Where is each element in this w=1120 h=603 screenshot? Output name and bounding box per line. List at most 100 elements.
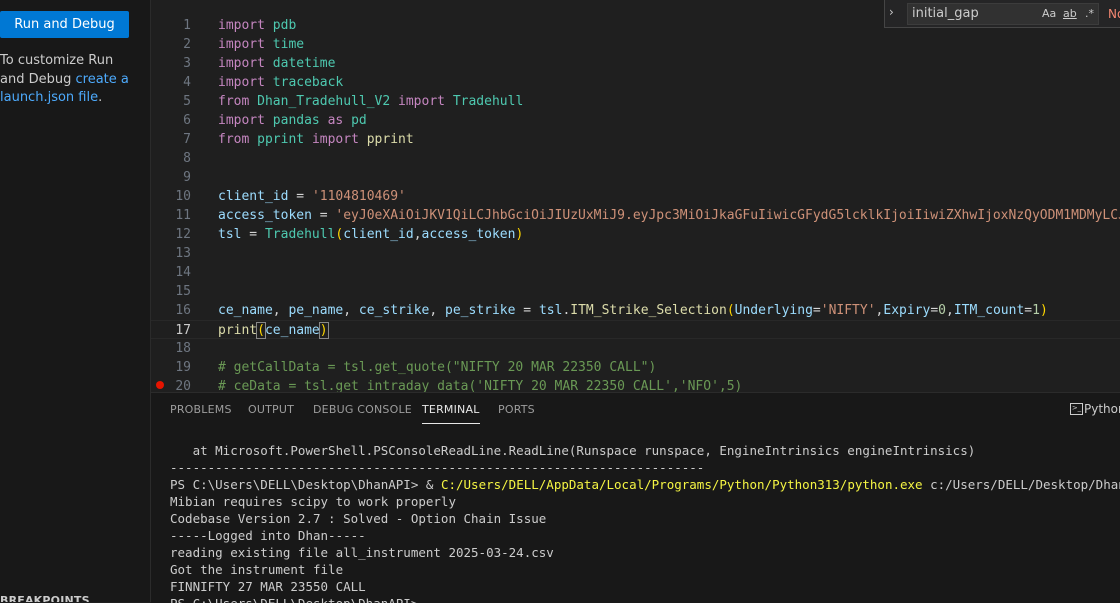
line-number: 17 (175, 323, 191, 338)
code-token: pprint (366, 132, 414, 147)
code-line[interactable]: 20 # ceData = tsl.get_intraday_data('NIFT… (151, 377, 1120, 392)
code-token: , (413, 227, 422, 242)
code-line[interactable]: 11 access_token = 'eyJ0eXAiOiJKV1QiLCJhbG… (151, 206, 1120, 225)
code-line[interactable]: 19 # getCallData = tsl.get_quote("NIFTY 2… (151, 358, 1120, 377)
code-text: print(ce_name) (218, 321, 329, 340)
code-token: Tradehull (452, 94, 524, 109)
terminal-line: -----Logged into Dhan----- (170, 527, 366, 544)
code-text: from pprint import pprint (218, 130, 414, 149)
line-number: 8 (183, 151, 191, 166)
code-token: import (311, 132, 359, 147)
terminal-line: FINNIFTY 27 MAR 23550 CALL (170, 578, 366, 595)
toggle-replace-chevron-icon[interactable]: › (889, 5, 903, 19)
terminal-text: -----Logged into Dhan----- (170, 528, 366, 543)
code-token: import (218, 56, 265, 71)
terminal-line: Mibian requires scipy to work properly (170, 493, 456, 510)
code-line[interactable]: 8 (151, 149, 1120, 168)
code-text: access_token = 'eyJ0eXAiOiJKV1QiLCJhbGci… (218, 206, 1120, 225)
code-token: traceback (272, 75, 344, 90)
code-token: = (288, 189, 312, 204)
line-number: 2 (183, 37, 191, 52)
match-whole-word-icon[interactable]: ab (1063, 5, 1077, 23)
line-number: 12 (175, 227, 191, 242)
terminal-text: c:/Users/DELL/Desktop/DhanAPI/DhanT (930, 477, 1120, 492)
use-regex-icon[interactable]: .* (1085, 5, 1094, 23)
code-token: , (343, 303, 359, 318)
code-token: pe_name (288, 303, 344, 318)
terminal-text: ----------------------------------------… (170, 460, 705, 475)
code-text: import datetime (218, 54, 335, 73)
terminal-text: Codebase Version 2.7 : Solved - Option C… (170, 511, 547, 526)
code-line[interactable]: 13 (151, 244, 1120, 263)
code-line[interactable]: 6 import pandas as pd (151, 111, 1120, 130)
code-editor[interactable]: 1 import pdb 2 import time 3 import datetime 4… (151, 0, 1120, 392)
code-line[interactable]: 12 tsl = Tradehull(client_id,access_token… (151, 225, 1120, 244)
code-line[interactable]: 17 print(ce_name) (151, 320, 1120, 339)
line-number: 18 (175, 341, 191, 356)
breakpoints-section-header[interactable]: BREAKPOINTS (0, 594, 90, 602)
code-token: , (272, 303, 289, 318)
code-line[interactable]: 3 import datetime (151, 54, 1120, 73)
code-token: # ceData = tsl.get_intraday_data('NIFTY … (218, 379, 743, 392)
code-token: from (218, 132, 250, 147)
terminal-line: ----------------------------------------… (170, 459, 704, 476)
code-text: import traceback (218, 73, 343, 92)
terminal-text: Got the instrument file (170, 562, 344, 577)
find-result-count: No results (1108, 7, 1120, 21)
code-text: # ceData = tsl.get_intraday_data('NIFTY … (218, 377, 742, 392)
code-line[interactable]: 10 client_id = '1104810469' (151, 187, 1120, 206)
code-token: ( (256, 322, 266, 339)
terminal-line: PS C:\Users\DELL\Desktop\DhanAPI> & C:/U… (170, 476, 1120, 493)
line-number: 16 (175, 303, 191, 318)
code-token: import (398, 94, 445, 109)
code-line[interactable]: 7 from pprint import pprint (151, 130, 1120, 149)
code-token: ITM_Strike_Selection (570, 303, 727, 318)
line-number: 1 (183, 18, 191, 33)
code-token: ) (1039, 303, 1048, 318)
code-line[interactable]: 14 (151, 263, 1120, 282)
code-line[interactable]: 2 import time (151, 35, 1120, 54)
code-token: pd (351, 113, 367, 128)
code-line[interactable]: 16 ce_name, pe_name, ce_strike, pe_strike… (151, 301, 1120, 320)
tab-terminal[interactable]: TERMINAL (422, 403, 480, 424)
code-token: Dhan_Tradehull_V2 (257, 94, 391, 109)
run-and-debug-button[interactable]: Run and Debug (0, 11, 129, 38)
tab-output[interactable]: OUTPUT (248, 403, 294, 416)
code-token: '1104810469' (311, 189, 406, 204)
code-text: tsl = Tradehull(client_id,access_token) (218, 225, 523, 244)
match-case-icon[interactable]: Aa (1042, 5, 1056, 23)
code-token: = (311, 208, 336, 223)
code-token: tsl (538, 303, 563, 318)
code-token: ) (515, 227, 524, 242)
line-number: 15 (175, 284, 191, 299)
code-token: import (218, 113, 265, 128)
line-number: 7 (183, 132, 191, 147)
code-token: client_id (343, 227, 414, 242)
tab-ports[interactable]: PORTS (498, 403, 535, 416)
code-token: 'NIFTY' (820, 303, 876, 318)
find-input[interactable]: initial_gap Aa ab .* (907, 3, 1099, 25)
hint-suffix: . (98, 90, 103, 105)
code-token: pe_strike (445, 303, 516, 318)
terminal-text: PS C:\Users\DELL\Desktop\DhanAPI> & (170, 477, 441, 492)
tab-problems[interactable]: PROBLEMS (170, 403, 232, 416)
code-line[interactable]: 4 import traceback (151, 73, 1120, 92)
code-text: import pandas as pd (218, 111, 367, 130)
code-token: pandas (272, 113, 320, 128)
code-token: , (946, 303, 954, 318)
code-token: import (218, 75, 265, 90)
code-line[interactable]: 15 (151, 282, 1120, 301)
code-line[interactable]: 5 from Dhan_Tradehull_V2 import Tradehull (151, 92, 1120, 111)
code-line[interactable]: 9 (151, 168, 1120, 187)
tab-debug-console[interactable]: DEBUG CONSOLE (313, 403, 412, 416)
code-token: client_id (218, 189, 289, 204)
code-line[interactable]: 18 (151, 339, 1120, 358)
code-token: ( (726, 303, 735, 318)
